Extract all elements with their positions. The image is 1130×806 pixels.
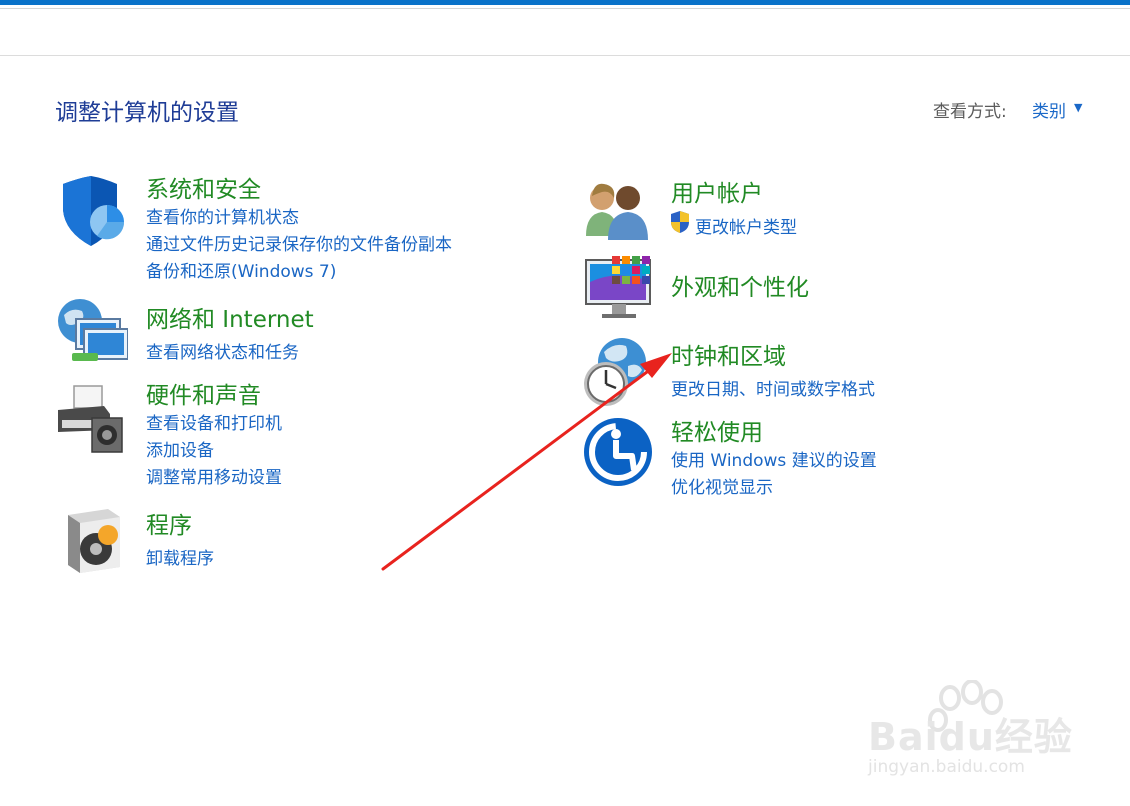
address-bar-border	[0, 8, 1130, 9]
link-network-status-tasks[interactable]: 查看网络状态和任务	[146, 338, 299, 363]
link-mobility-settings[interactable]: 调整常用移动设置	[146, 463, 282, 488]
link-devices-printers[interactable]: 查看设备和打印机	[146, 409, 282, 434]
link-backup-restore-win7[interactable]: 备份和还原(Windows 7)	[146, 257, 336, 282]
link-windows-recommended-settings[interactable]: 使用 Windows 建议的设置	[671, 446, 877, 471]
category-system-security[interactable]: 系统和安全	[146, 170, 261, 204]
category-user-accounts[interactable]: 用户帐户	[671, 174, 763, 208]
appearance-monitor-icon[interactable]	[584, 252, 656, 324]
watermark-brand: Baidu经验	[868, 715, 1073, 759]
user-accounts-icon[interactable]	[584, 178, 656, 250]
link-change-date-time-format[interactable]: 更改日期、时间或数字格式	[671, 375, 875, 400]
category-network-internet[interactable]: 网络和 Internet	[146, 300, 314, 334]
network-globe-icon[interactable]	[56, 297, 128, 369]
category-hardware-sound[interactable]: 硬件和声音	[146, 376, 261, 410]
chevron-down-icon[interactable]: ▼	[1074, 101, 1082, 114]
link-change-account-type[interactable]: 更改帐户类型	[695, 213, 797, 238]
link-uninstall-program[interactable]: 卸载程序	[146, 544, 214, 569]
link-optimize-visual-display[interactable]: 优化视觉显示	[671, 473, 773, 498]
category-appearance-personalization[interactable]: 外观和个性化	[671, 268, 809, 302]
printer-speaker-icon[interactable]	[56, 384, 128, 456]
link-add-device[interactable]: 添加设备	[146, 436, 214, 461]
toolbar-separator	[0, 55, 1130, 56]
category-clock-region[interactable]: 时钟和区域	[671, 337, 786, 371]
link-file-history-backup[interactable]: 通过文件历史记录保存你的文件备份副本	[146, 230, 452, 255]
uac-shield-icon	[671, 211, 689, 233]
watermark-url: jingyan.baidu.com	[868, 757, 1025, 777]
category-programs[interactable]: 程序	[146, 506, 192, 540]
category-ease-of-access[interactable]: 轻松使用	[671, 413, 763, 447]
view-by-label: 查看方式:	[933, 102, 1007, 122]
security-shield-icon[interactable]	[57, 176, 129, 248]
view-by-dropdown[interactable]: 类别	[1032, 97, 1066, 122]
window-top-accent-bar	[0, 0, 1130, 5]
link-view-computer-status[interactable]: 查看你的计算机状态	[146, 203, 299, 228]
programs-disc-icon[interactable]	[58, 505, 130, 577]
ease-of-access-icon[interactable]	[582, 416, 654, 488]
clock-globe-icon[interactable]	[582, 336, 654, 408]
page-title: 调整计算机的设置	[55, 100, 239, 126]
